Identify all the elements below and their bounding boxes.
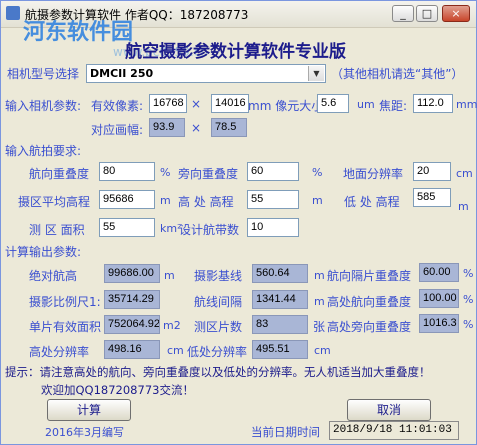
frame-label: 对应画幅: [91,123,144,137]
interval-overlap-unit: % [463,267,474,280]
camera-select-label: 相机型号选择 [7,67,80,81]
area-input[interactable]: 55 [99,218,155,237]
current-date-label: 当前日期时间 [251,425,320,439]
frame-width-value: 93.9 [149,118,185,137]
abs-height-value: 99686.00 [104,264,160,283]
baseline-value: 560.64 [252,264,308,283]
frame-height-value: 78.5 [211,118,247,137]
current-date-value: 2018/9/18 11:01:03 [329,421,459,440]
tip-text: 提示：请注意高处的航向、旁向重叠度以及低处的分辨率。无人机适当加大重叠度！ [5,365,431,379]
pixels-label: 有效像素: [91,99,144,113]
low-resolution-value: 495.51 [252,340,308,359]
pixels-height-input[interactable]: 14016 [211,94,249,113]
high-resolution-unit: cm [167,344,184,357]
frame-times-sign: × [191,121,202,135]
baseline-unit: m [314,269,325,282]
low-resolution-unit: cm [314,344,331,357]
interval-overlap-label: 航向隔片重叠度 [327,269,412,283]
high-resolution-label: 高处分辨率 [29,345,90,359]
area-label: 测 区 面积 [29,223,85,237]
avg-elevation-input[interactable]: 95686 [99,190,155,209]
times-sign: × [191,97,202,111]
gsd-input[interactable]: 20 [413,162,451,181]
forward-overlap-unit: % [160,166,171,179]
low-elevation-label: 低 处 高程 [344,195,400,209]
abs-height-label: 绝对航高 [29,269,78,283]
photo-area-label: 单片有效面积 [29,320,102,334]
avg-elevation-label: 摄区平均高程 [18,195,91,209]
low-resolution-label: 低处分辨率 [187,345,248,359]
output-params-label: 计算输出参数: [5,245,82,259]
side-overlap-label: 旁向重叠度 [178,167,239,181]
maximize-button[interactable]: □ [416,5,438,22]
side-overlap-input[interactable]: 60 [247,162,299,181]
page-title: 航空摄影参数计算软件专业版 [125,42,346,62]
high-forward-overlap-unit: % [463,293,474,306]
close-button[interactable]: × [442,5,470,22]
camera-note: （其他相机请选“其他”） [331,67,464,81]
avg-elevation-unit: m [160,194,171,207]
app-window: 航摄参数计算软件 作者QQ：187208773 _ □ × 河东软件园 www.… [0,0,477,445]
pixel-size-input[interactable]: 5.6 [317,94,349,113]
interval-overlap-value: 60.00 [419,263,459,282]
high-side-overlap-value: 1016.3 [419,314,459,333]
photo-area-unit: m2 [163,319,181,332]
photo-area-value: 752064.92 [104,315,160,334]
high-elevation-input[interactable]: 55 [247,190,299,209]
focal-unit: mm [456,98,477,111]
minimize-button[interactable]: _ [392,5,414,22]
camera-params-label: 输入相机参数: [5,99,82,113]
app-icon [6,6,20,20]
high-resolution-value: 498.16 [104,340,160,359]
contact-text: 欢迎加QQ187208773交流！ [41,383,194,397]
low-elevation-input[interactable]: 585 [413,188,451,207]
high-elevation-unit: m [312,194,323,207]
chevron-down-icon[interactable]: ▼ [308,66,324,81]
side-overlap-unit: % [312,166,323,179]
baseline-label: 摄影基线 [194,269,243,283]
line-spacing-label: 航线间隔 [194,295,243,309]
low-elevation-unit: m [458,200,469,213]
focal-label: 焦距: [379,99,408,113]
gsd-unit: cm [456,167,473,180]
strips-input[interactable]: 10 [247,218,299,237]
scale-value: 35714.29 [104,290,160,309]
camera-model-select[interactable]: DMCII 250 ▼ [86,64,326,83]
strips-label: 设计航带数 [179,223,240,237]
pixels-width-input[interactable]: 16768 [149,94,187,113]
forward-overlap-input[interactable]: 80 [99,162,155,181]
date-written: 2016年3月编写 [45,426,124,439]
flight-requirements-label: 输入航拍要求: [5,144,82,158]
cancel-button[interactable]: 取消 [347,399,431,421]
high-forward-overlap-value: 100.00 [419,289,459,308]
high-forward-overlap-label: 高处航向重叠度 [327,295,412,309]
high-side-overlap-unit: % [463,318,474,331]
calculate-button[interactable]: 计算 [47,399,131,421]
high-elevation-label: 高 处 高程 [178,195,234,209]
pixel-size-unit: um [357,98,375,111]
focal-input[interactable]: 112.0 [413,94,453,113]
photo-count-unit: 张 [313,320,326,334]
photo-count-label: 测区片数 [194,320,243,334]
scale-label: 摄影比例尺1: [29,295,101,309]
photo-count-value: 83 [252,315,308,334]
high-side-overlap-label: 高处旁向重叠度 [327,320,412,334]
line-spacing-value: 1341.44 [252,290,308,309]
forward-overlap-label: 航向重叠度 [29,167,90,181]
watermark-logo: 河东软件园 [23,20,134,45]
camera-model-value: DMCII 250 [90,67,154,80]
pixel-size-label: mm 像元大小: [248,99,328,113]
line-spacing-unit: m [314,295,325,308]
gsd-label: 地面分辨率 [343,167,404,181]
abs-height-unit: m [164,269,175,282]
